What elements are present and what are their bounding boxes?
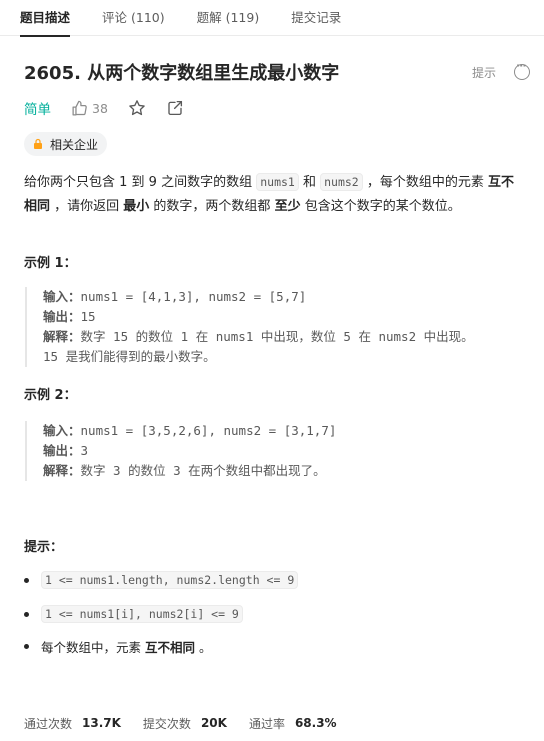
code-nums2: nums2 xyxy=(320,173,363,191)
accepted-count: 13.7K xyxy=(82,716,121,730)
tip-item: 每个数组中，元素 互不相同 。 xyxy=(24,637,211,656)
like-count: 38 xyxy=(92,100,108,116)
accepted-label: 通过次数 xyxy=(24,716,73,731)
tip-constraint: 1 <= nums1.length, nums2.length <= 9 xyxy=(41,571,299,589)
share-button[interactable] xyxy=(166,99,184,117)
title-row: 2605. 从两个数字数组里生成最小数字 提示 xyxy=(24,58,530,86)
tip-text: 每个数组中，元素 互不相同 。 xyxy=(41,637,211,656)
difficulty-badge: 简单 xyxy=(24,102,51,118)
hint-link[interactable]: 提示 xyxy=(472,64,496,81)
bullet xyxy=(24,577,29,583)
explain-label: 解释： xyxy=(43,463,81,478)
acceptance-rate: 68.3% xyxy=(294,716,337,730)
tips-title: 提示： xyxy=(24,540,64,555)
thumbs-up-icon xyxy=(72,100,87,116)
problem-description: 给你两个只包含 1 到 9 之间数字的数组 nums1 和 nums2 ，每个数… xyxy=(24,170,524,219)
tip-item: 1 <= nums1[i], nums2[i] <= 9 xyxy=(24,605,243,623)
favorite-button[interactable] xyxy=(128,99,146,117)
example-explanation: 数字 15 的数位 1 在 nums1 中出现，数位 5 在 nums2 中出现… xyxy=(80,329,474,344)
tip-item: 1 <= nums1.length, nums2.length <= 9 xyxy=(24,571,299,589)
tag-label: 相关企业 xyxy=(50,137,99,152)
tab-bar: 题目描述 评论 (110) 题解 (119) 提交记录 xyxy=(0,0,544,37)
example-explanation: 数字 3 的数位 3 在两个数组中都出现了。 xyxy=(80,463,326,478)
description-paragraph: 给你两个只包含 1 到 9 之间数字的数组 nums1 和 nums2 ，每个数… xyxy=(24,170,524,219)
acceptance-rate-label: 通过率 xyxy=(248,716,285,731)
submissions-label: 提交次数 xyxy=(142,716,191,731)
desc-text: ，每个数组中的元素 xyxy=(362,175,488,190)
related-companies-tag[interactable]: 相关企业 xyxy=(24,132,108,156)
desc-text: 的数字，两个数组都 xyxy=(149,199,275,214)
problem-title: 2605. 从两个数字数组里生成最小数字 xyxy=(24,63,340,84)
lock-icon xyxy=(34,138,42,149)
submissions-count: 20K xyxy=(200,716,227,730)
example-2-title: 示例 2： xyxy=(24,388,77,403)
meta-row: 简单 38 xyxy=(24,97,204,119)
tip-bold: 互不相同 xyxy=(144,640,195,655)
example-input: nums1 = [3,5,2,6], nums2 = [3,1,7] xyxy=(80,423,337,438)
share-icon xyxy=(168,100,182,116)
example-explanation-cont: 15 是我们能得到的最小数字。 xyxy=(43,349,216,364)
example-output: 15 xyxy=(80,309,96,324)
example-1-title: 示例 1： xyxy=(24,256,77,271)
tab-comments[interactable]: 评论 (110) xyxy=(102,0,165,36)
input-label: 输入： xyxy=(43,423,81,438)
bold-at-least: 至少 xyxy=(274,199,301,214)
example-output: 3 xyxy=(80,443,89,458)
tip-text-prefix: 每个数组中，元素 xyxy=(41,640,145,655)
example-1-block: 输入：nums1 = [4,1,3], nums2 = [5,7] 输出： 15 … xyxy=(25,287,530,367)
bullet xyxy=(24,644,29,649)
desc-text: 包含这个数字的某个数位。 xyxy=(300,199,461,214)
output-label: 输出： xyxy=(43,443,81,458)
stats-bar: 通过次数 13.7K 提交次数 20K 通过率 68.3% xyxy=(24,712,359,734)
tab-description[interactable]: 题目描述 xyxy=(20,0,71,37)
example-2-block: 输入：nums1 = [3,5,2,6], nums2 = [3,1,7] 输出… xyxy=(25,421,530,481)
example-input: nums1 = [4,1,3], nums2 = [5,7] xyxy=(80,289,307,304)
explain-label: 解释： xyxy=(43,329,81,344)
code-nums1: nums1 xyxy=(256,173,299,191)
input-label: 输入： xyxy=(43,289,81,304)
desc-text: 给你两个只包含 1 到 9 之间数字的数组 xyxy=(24,175,257,190)
bullet xyxy=(24,611,29,617)
desc-text: 和 xyxy=(298,175,321,190)
like-button[interactable]: 38 xyxy=(71,100,108,117)
tab-solutions[interactable]: 题解 (119) xyxy=(197,0,260,36)
star-icon xyxy=(129,100,145,116)
tip-constraint: 1 <= nums1[i], nums2[i] <= 9 xyxy=(41,605,243,623)
desc-text: ，请你返回 xyxy=(50,199,124,214)
tip-text-suffix: 。 xyxy=(195,640,212,655)
more-icon[interactable] xyxy=(514,59,530,80)
tab-submissions[interactable]: 提交记录 xyxy=(291,0,341,36)
output-label: 输出： xyxy=(43,309,81,324)
bold-smallest: 最小 xyxy=(123,199,150,214)
